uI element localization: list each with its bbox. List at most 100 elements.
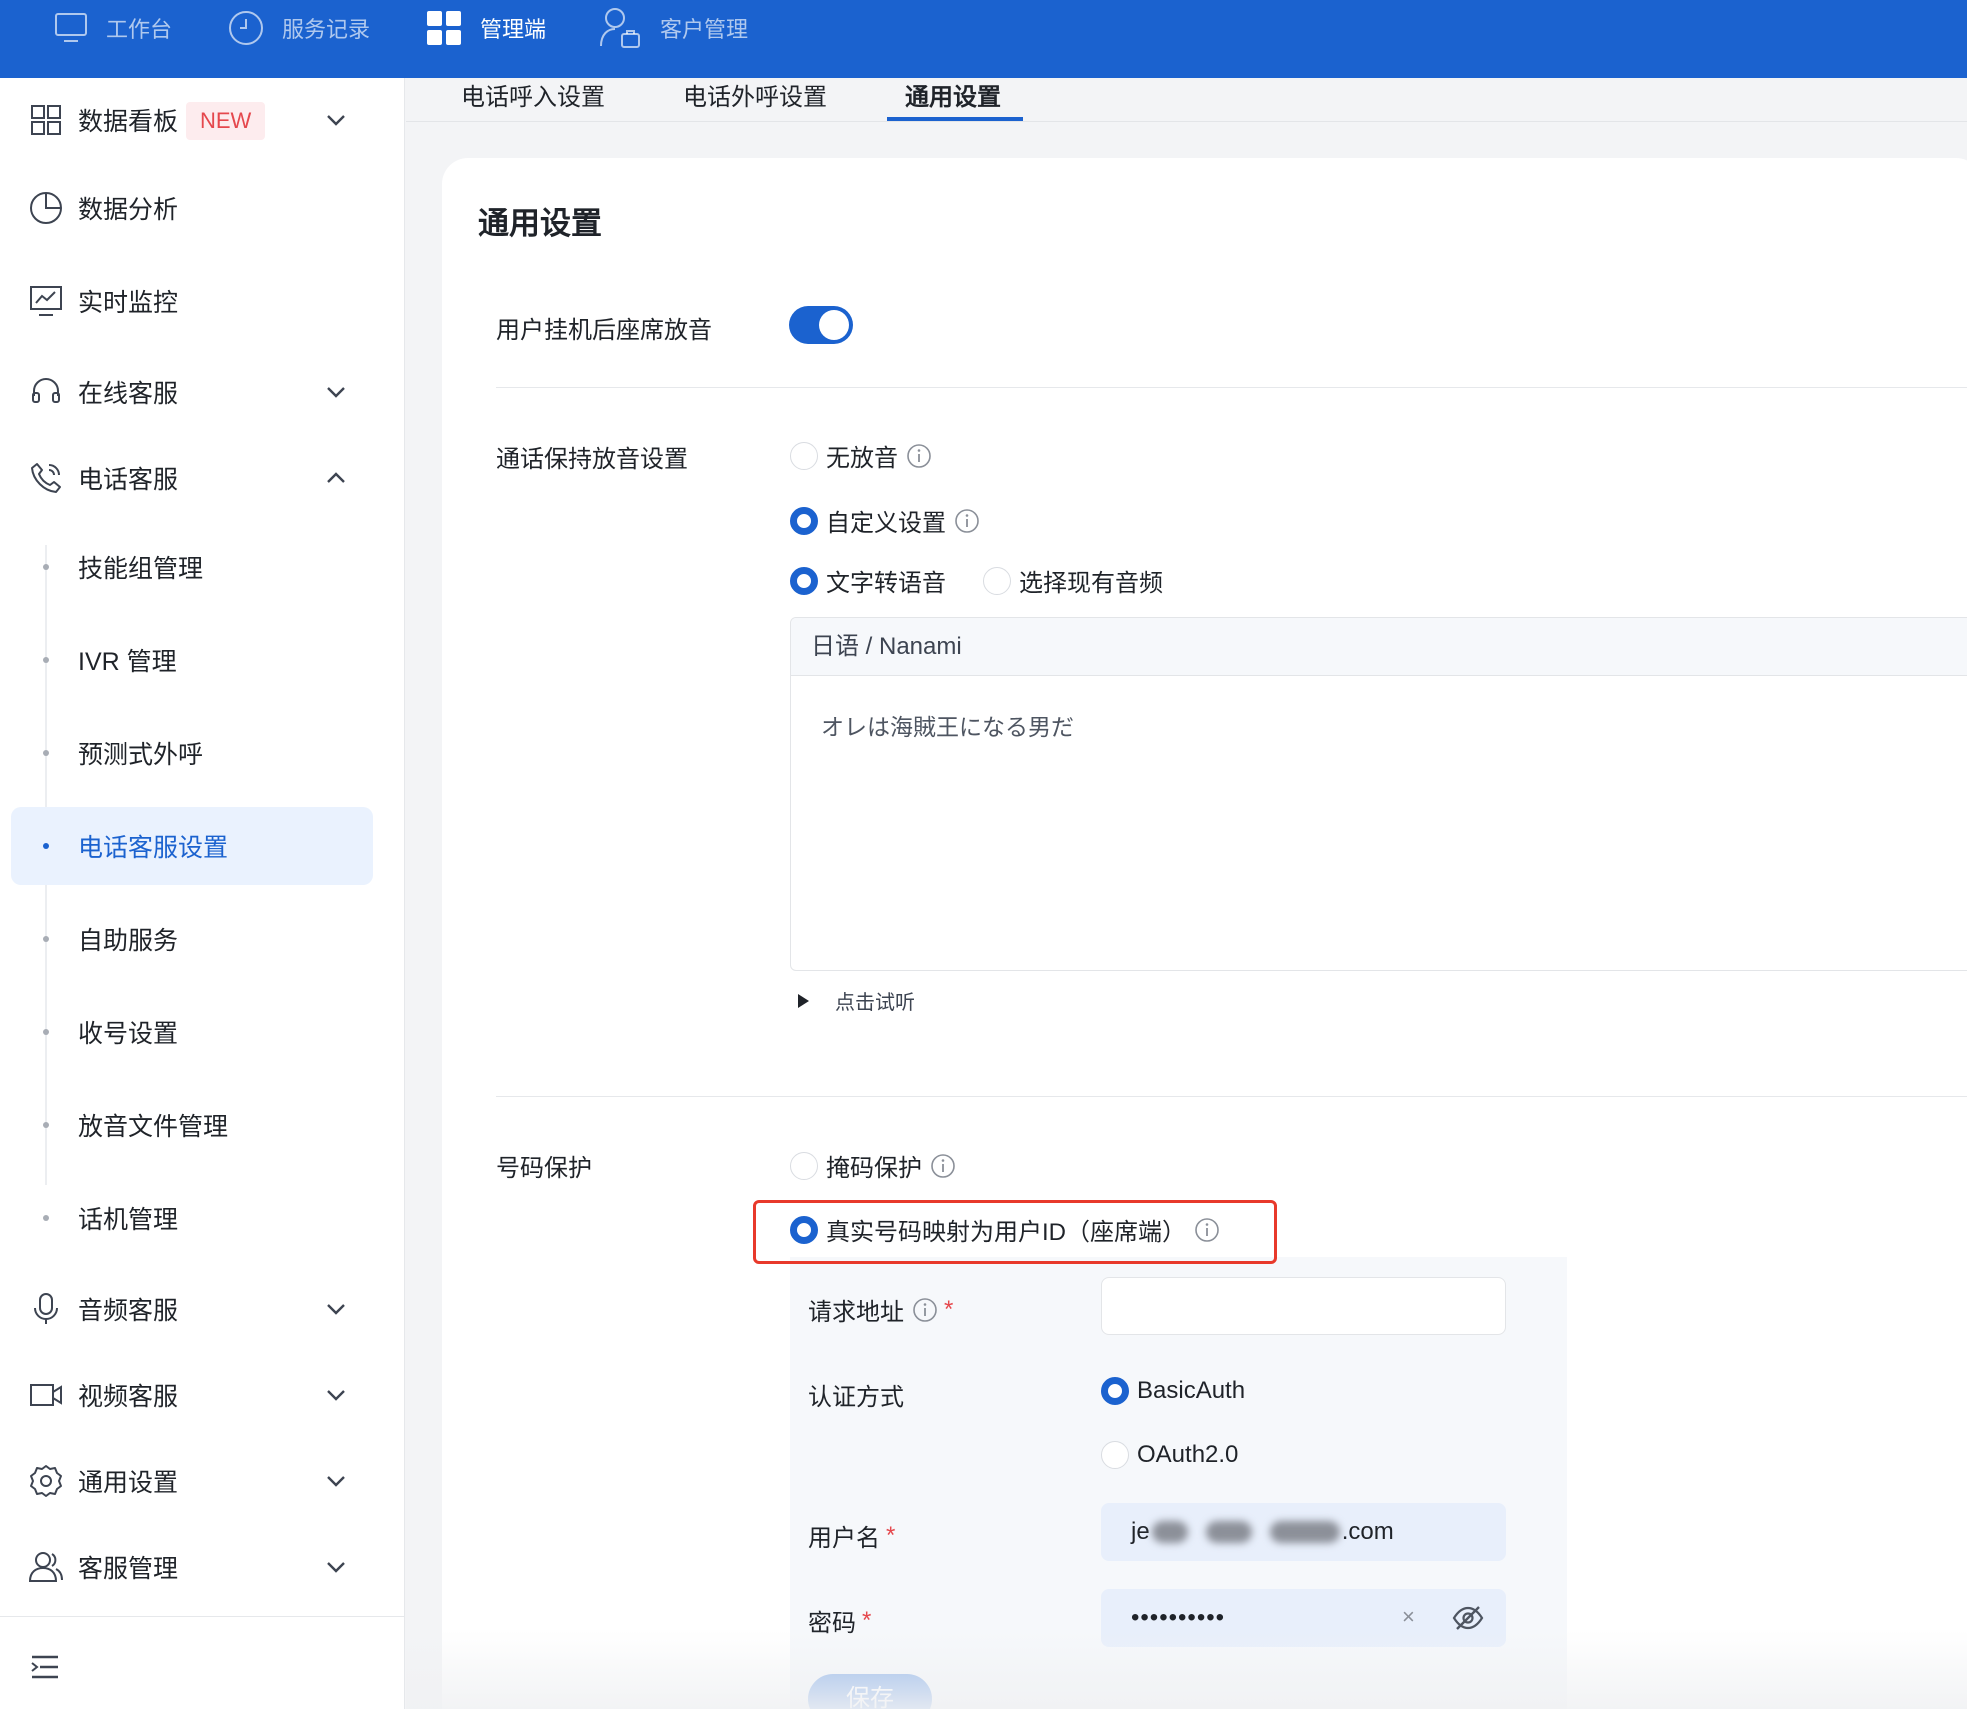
radio-no-music[interactable]: 无放音	[790, 438, 932, 473]
radio-circle	[790, 566, 818, 595]
chevron-down-icon[interactable]	[322, 1381, 350, 1409]
radio-circle	[983, 566, 1011, 595]
radio-label: 自定义设置	[826, 510, 946, 537]
radio-label: BasicAuth	[1137, 1377, 1246, 1404]
sidebar-item-realtime-monitor[interactable]: 实时监控	[0, 271, 405, 331]
sidebar-subitem-phone-settings[interactable]: 电话客服设置	[11, 807, 373, 885]
sidebar-item-label: 实时监控	[78, 289, 179, 317]
headset-icon	[28, 374, 64, 410]
radio-circle	[790, 1151, 818, 1180]
chevron-up-icon[interactable]	[322, 464, 350, 492]
radio-mask-protection[interactable]: 掩码保护	[790, 1148, 956, 1183]
required-asterisk: *	[944, 1295, 954, 1323]
sidebar-item-online-service[interactable]: 在线客服	[0, 362, 405, 422]
sidebar-item-label: 数据看板	[78, 108, 179, 136]
topnav-workbench[interactable]: 工作台	[54, 0, 172, 56]
chevron-down-icon[interactable]	[322, 378, 350, 406]
tab-inbound-settings[interactable]: 电话呼入设置	[461, 80, 605, 124]
topnav-service-records[interactable]: 服务记录	[228, 0, 370, 56]
bullet-dot	[43, 843, 49, 849]
sidebar-item-phone-service[interactable]: 电话客服	[0, 448, 405, 508]
password-label: 密码 *	[808, 1603, 871, 1638]
sidebar-subitem-label: 电话客服设置	[78, 834, 229, 862]
username-input[interactable]: je .com	[1101, 1503, 1506, 1561]
topnav-customer-management[interactable]: 客户管理	[598, 0, 748, 56]
hold-music-label: 通话保持放音设置	[496, 446, 688, 473]
sidebar-subitem-label: 预测式外呼	[78, 741, 204, 769]
clear-icon[interactable]: ×	[1402, 1604, 1415, 1630]
bullet-dot	[43, 1029, 49, 1035]
sidebar-subitem-self-service[interactable]: 自助服务	[0, 909, 405, 969]
radio-basic-auth[interactable]: BasicAuth	[1101, 1377, 1245, 1405]
sidebar-subitem-label: 自助服务	[78, 927, 179, 955]
preview-button[interactable]: 点击试听	[798, 986, 915, 1015]
radio-circle	[790, 506, 818, 535]
password-input[interactable]: ••••••••••	[1101, 1589, 1506, 1647]
redacted-blur	[1151, 1521, 1188, 1543]
sidebar-subitem-ivr[interactable]: IVR 管理	[0, 630, 405, 690]
hangup-music-toggle[interactable]	[789, 306, 853, 344]
radio-oauth2[interactable]: OAuth2.0	[1101, 1441, 1238, 1469]
radio-label: 掩码保护	[826, 1155, 922, 1182]
preview-label: 点击试听	[835, 992, 915, 1014]
bullet-dot	[43, 936, 49, 942]
sidebar-subitem-label: 放音文件管理	[78, 1113, 229, 1141]
request-url-label: 请求地址 *	[808, 1292, 953, 1327]
sidebar-item-video-service[interactable]: 视频客服	[0, 1365, 405, 1425]
sidebar-item-label: 数据分析	[78, 196, 179, 224]
sidebar-item-agent-management[interactable]: 客服管理	[0, 1537, 405, 1597]
sidebar-item-data-analysis[interactable]: 数据分析	[0, 178, 405, 238]
radio-circle	[790, 441, 818, 470]
info-icon[interactable]	[930, 1153, 956, 1179]
clock-icon	[228, 10, 264, 46]
tab-outbound-settings[interactable]: 电话外呼设置	[683, 80, 827, 124]
eye-off-icon[interactable]	[1452, 1604, 1484, 1632]
sidebar-subitem-audio-files[interactable]: 放音文件管理	[0, 1095, 405, 1155]
auth-method-label: 认证方式	[808, 1384, 904, 1411]
info-icon[interactable]	[954, 508, 980, 534]
sidebar-subitem-number-collection[interactable]: 收号设置	[0, 1002, 405, 1062]
user-bag-icon	[598, 6, 642, 50]
tts-editor[interactable]: 日语 / Nanami オレは海賊王になる男だ	[790, 617, 1967, 971]
dashboard-icon	[28, 102, 64, 138]
radio-label: 文字转语音	[826, 570, 946, 597]
info-icon[interactable]	[906, 443, 932, 469]
voice-selector[interactable]: 日语 / Nanami	[791, 618, 1967, 676]
sidebar-item-label: 通用设置	[78, 1469, 179, 1497]
sidebar-subitem-phone-devices[interactable]: 话机管理	[0, 1188, 405, 1248]
menu-collapse-icon[interactable]	[30, 1654, 62, 1680]
radio-text-to-speech[interactable]: 文字转语音	[790, 563, 946, 598]
topnav-label: 工作台	[106, 17, 173, 42]
sidebar-item-audio-service[interactable]: 音频客服	[0, 1279, 405, 1339]
tts-textarea[interactable]: オレは海賊王になる男だ	[821, 708, 1074, 742]
info-icon[interactable]	[912, 1297, 938, 1323]
microphone-icon	[28, 1291, 64, 1327]
save-button[interactable]: 保存	[808, 1674, 932, 1709]
sidebar-item-data-board[interactable]: 数据看板 NEW	[0, 90, 405, 150]
radio-label: 无放音	[826, 445, 898, 472]
users-icon	[28, 1549, 64, 1585]
radio-custom-music[interactable]: 自定义设置	[790, 503, 980, 538]
hangup-music-label: 用户挂机后座席放音	[496, 317, 712, 344]
username-suffix: .com	[1341, 1518, 1394, 1545]
radio-existing-audio[interactable]: 选择现有音频	[983, 563, 1163, 598]
annotation-highlight-box	[753, 1200, 1277, 1264]
chevron-down-icon[interactable]	[322, 1467, 350, 1495]
radio-label: 选择现有音频	[1019, 570, 1163, 597]
radio-circle	[1101, 1441, 1129, 1469]
sidebar-item-general-settings[interactable]: 通用设置	[0, 1451, 405, 1511]
sidebar-subitem-label: 话机管理	[78, 1206, 179, 1234]
topnav-label: 管理端	[480, 17, 547, 42]
settings-tabs	[406, 78, 1967, 122]
chevron-down-icon[interactable]	[322, 106, 350, 134]
chevron-down-icon[interactable]	[322, 1295, 350, 1323]
request-url-input[interactable]	[1101, 1277, 1506, 1335]
bullet-dot	[43, 657, 49, 663]
chevron-down-icon[interactable]	[322, 1553, 350, 1581]
sidebar-item-label: 音频客服	[78, 1297, 179, 1325]
topnav-admin[interactable]: 管理端	[426, 0, 546, 56]
field-label-text: 请求地址	[808, 1299, 904, 1326]
sidebar-subitem-skill-group[interactable]: 技能组管理	[0, 537, 405, 597]
sidebar-subitem-predictive-dial[interactable]: 预测式外呼	[0, 723, 405, 783]
grid-icon	[426, 10, 462, 46]
